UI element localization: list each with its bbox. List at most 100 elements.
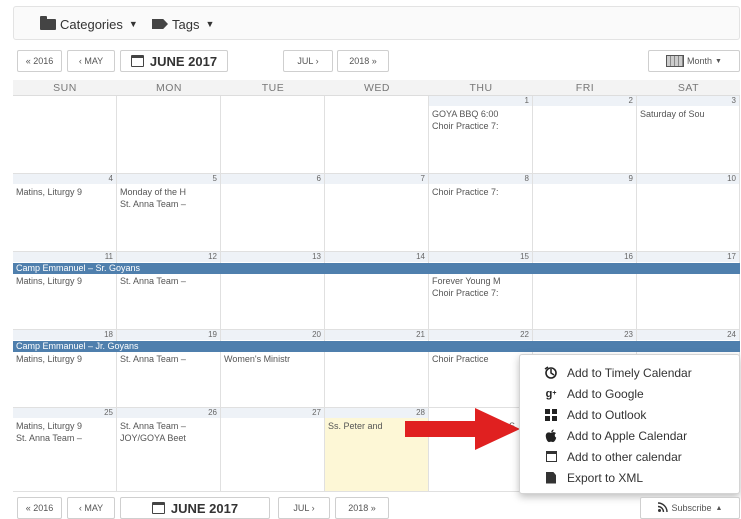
day-number: 17: [637, 252, 739, 262]
event-link[interactable]: St. Anna Team –: [120, 199, 220, 210]
day-number: 3: [637, 96, 739, 106]
menu-item-outlook[interactable]: Add to Outlook: [520, 404, 741, 425]
calendar-icon: [151, 502, 165, 514]
event-link[interactable]: Matins, Liturgy 9: [16, 187, 116, 198]
day-cell[interactable]: 6: [221, 174, 325, 252]
day-cell[interactable]: 4 Matins, Liturgy 9: [13, 174, 117, 252]
day-cell[interactable]: [13, 96, 117, 174]
menu-item-google[interactable]: g + Add to Google: [520, 383, 741, 404]
event-link[interactable]: Matins, Liturgy 9: [16, 421, 116, 432]
day-number: 22: [429, 330, 532, 340]
timely-icon: [544, 365, 558, 379]
categories-label: Categories: [60, 16, 123, 32]
menu-item-timely[interactable]: Add to Timely Calendar: [520, 362, 741, 383]
menu-item-other-calendar[interactable]: Add to other calendar: [520, 446, 741, 467]
categories-dropdown[interactable]: Categories ▼: [40, 14, 138, 34]
filter-bar: Categories ▼ Tags ▼: [13, 6, 740, 40]
tags-dropdown[interactable]: Tags ▼: [152, 14, 214, 34]
day-number: 2: [533, 96, 636, 106]
calendar-icon: [544, 450, 558, 463]
day-number: 5: [117, 174, 220, 184]
event-link[interactable]: Choir Practice 7:: [432, 288, 530, 299]
day-cell[interactable]: 7: [325, 174, 429, 252]
day-number: 19: [117, 330, 220, 340]
event-link[interactable]: St. Anna Team –: [120, 354, 220, 365]
day-number: 9: [533, 174, 636, 184]
day-cell[interactable]: 10: [637, 174, 740, 252]
day-cell[interactable]: 9: [533, 174, 637, 252]
dayhead-fri: FRI: [533, 80, 637, 96]
day-cell[interactable]: 2: [533, 96, 637, 174]
event-link[interactable]: Matins, Liturgy 9: [16, 354, 116, 365]
dayhead-thu: THU: [429, 80, 533, 96]
event-link[interactable]: GOYA BBQ 6:00: [432, 109, 530, 120]
event-link[interactable]: St. Anna Team –: [16, 433, 116, 444]
day-number: 27: [221, 408, 324, 418]
day-number: 20: [221, 330, 324, 340]
prev-year-button[interactable]: « 2016: [17, 50, 62, 72]
caret-down-icon: ▼: [128, 19, 138, 29]
dayhead-tue: TUE: [221, 80, 325, 96]
day-cell[interactable]: [325, 96, 429, 174]
event-link[interactable]: Saturday of Sou: [640, 109, 738, 120]
document-icon: [544, 471, 558, 484]
day-number: 23: [533, 330, 636, 340]
multiday-event-banner[interactable]: Camp Emmanuel – Sr. Goyans: [13, 263, 740, 274]
day-number: 24: [637, 330, 739, 340]
event-link[interactable]: Monday of the H: [120, 187, 220, 198]
day-number: 4: [13, 174, 116, 184]
next-month-button[interactable]: JUL ›: [283, 50, 333, 72]
day-cell[interactable]: 8 Choir Practice 7:: [429, 174, 533, 252]
menu-item-label: Add to Outlook: [567, 407, 647, 422]
event-link[interactable]: Choir Practice 7:: [432, 187, 530, 198]
event-link[interactable]: St. Anna Team –: [120, 421, 220, 432]
day-cell[interactable]: 5 Monday of the H St. Anna Team –: [117, 174, 221, 252]
month-title-button[interactable]: JUNE 2017: [120, 50, 228, 72]
menu-item-label: Add to Timely Calendar: [567, 365, 692, 380]
top-nav: « 2016 ‹ MAY JUNE 2017 JUL › 2018 » Mont…: [13, 50, 740, 72]
tags-label: Tags: [172, 16, 200, 32]
month-view-icon: [666, 55, 685, 67]
menu-item-apple[interactable]: Add to Apple Calendar: [520, 425, 741, 446]
menu-item-label: Add to Apple Calendar: [567, 428, 688, 443]
event-link[interactable]: St. Anna Team –: [120, 276, 220, 287]
month-title-label: JUNE 2017: [170, 500, 239, 516]
day-number: 14: [325, 252, 428, 262]
event-link[interactable]: JOY/GOYA Beet: [120, 433, 220, 444]
windows-icon: [544, 408, 558, 421]
day-cell[interactable]: 3 Saturday of Sou: [637, 96, 740, 174]
export-dropdown-menu: Add to Timely Calendar g + Add to Google …: [519, 354, 740, 494]
day-number: 26: [117, 408, 220, 418]
day-number: 11: [13, 252, 116, 262]
event-link[interactable]: Forever Young M: [432, 276, 530, 287]
caret-down-icon: ▼: [715, 57, 722, 65]
multiday-event-banner[interactable]: Camp Emmanuel – Jr. Goyans: [13, 341, 740, 352]
event-link[interactable]: Choir Practice 7:: [432, 121, 530, 132]
day-cell[interactable]: 26 St. Anna Team – JOY/GOYA Beet: [117, 408, 221, 492]
event-link[interactable]: Choir Practice: [432, 354, 530, 365]
event-link[interactable]: Matins, Liturgy 9: [16, 276, 116, 287]
menu-item-export-xml[interactable]: Export to XML: [520, 467, 741, 488]
day-cell[interactable]: [117, 96, 221, 174]
day-cell[interactable]: 25 Matins, Liturgy 9 St. Anna Team –: [13, 408, 117, 492]
day-number: 8: [429, 174, 532, 184]
prev-month-button[interactable]: ‹ MAY: [67, 50, 115, 72]
view-label: Month: [687, 56, 713, 66]
menu-item-label: Export to XML: [567, 470, 644, 485]
day-cell[interactable]: 1 GOYA BBQ 6:00 Choir Practice 7:: [429, 96, 533, 174]
caret-down-icon: ▼: [205, 19, 215, 29]
event-link[interactable]: Women's Ministr: [224, 354, 324, 365]
menu-item-label: Add to other calendar: [567, 449, 682, 464]
day-number: 10: [637, 174, 739, 184]
view-switch-button[interactable]: Month ▼: [648, 50, 740, 72]
dayhead-sun: SUN: [13, 80, 117, 96]
day-number: 15: [429, 252, 532, 262]
day-number: 12: [117, 252, 220, 262]
red-arrow-icon: [405, 408, 520, 450]
next-year-button[interactable]: 2018 »: [337, 50, 389, 72]
day-cell[interactable]: [221, 96, 325, 174]
day-cell[interactable]: 27: [221, 408, 325, 492]
calendar-icon: [130, 55, 144, 67]
day-number: 18: [13, 330, 116, 340]
day-number: 13: [221, 252, 324, 262]
